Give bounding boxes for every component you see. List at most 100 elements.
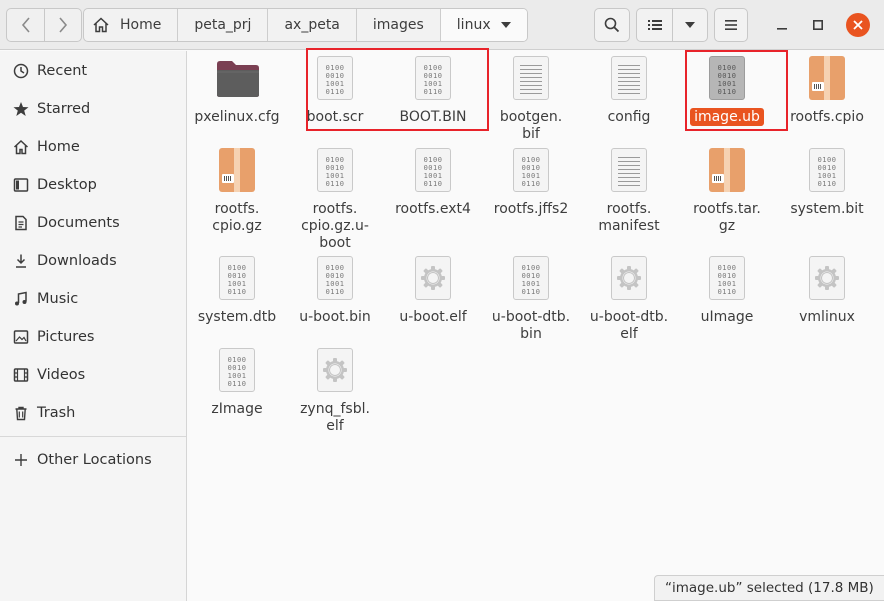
sidebar-item-recent[interactable]: Recent <box>0 55 186 87</box>
breadcrumb-peta-prj[interactable]: peta_prj <box>177 9 267 41</box>
maximize-button[interactable] <box>806 13 830 37</box>
chevron-down-icon <box>685 22 695 28</box>
file-item[interactable]: 0100 0010 1001 0110 rootfs.ext4 <box>384 148 482 218</box>
file-name: BOOT.BIN <box>384 109 482 126</box>
binary-glyph-row: 0110 <box>717 288 737 296</box>
file-name: u-boot.bin <box>286 309 384 326</box>
file-item[interactable]: 0100 0010 1001 0110 u-boot.bin <box>286 256 384 326</box>
file-item[interactable]: vmlinux <box>778 256 876 326</box>
sidebar-item-starred[interactable]: Starred <box>0 93 186 125</box>
file-name-text: system.bit <box>790 201 864 217</box>
back-button[interactable] <box>7 9 44 41</box>
file-item[interactable]: 0100 0010 1001 0110 zImage <box>188 348 286 418</box>
breadcrumb-home[interactable]: Home <box>84 9 177 41</box>
file-item[interactable]: 0100 0010 1001 0110 system.dtb <box>188 256 286 326</box>
file-item[interactable]: rootfs.cpio <box>778 56 876 126</box>
binary-glyph-row: 0100 <box>423 64 443 72</box>
breadcrumb-menu-button[interactable] <box>491 9 521 41</box>
binary-glyph: 0100 0010 1001 0110 <box>317 56 353 100</box>
sidebar-item-label: Recent <box>37 63 88 79</box>
file-item[interactable]: rootfs. manifest <box>580 148 678 235</box>
binary-glyph-row: 1001 <box>227 372 247 380</box>
sidebar-item-other-locations[interactable]: Other Locations <box>0 444 186 476</box>
binary-glyph: 0100 0010 1001 0110 <box>415 56 451 100</box>
file-item[interactable]: rootfs. cpio.gz <box>188 148 286 235</box>
file-name-text: boot.scr <box>306 109 364 125</box>
file-item[interactable]: u-boot-dtb. elf <box>580 256 678 343</box>
sidebar-item-label: Music <box>37 291 79 307</box>
sidebar-item-music[interactable]: Music <box>0 283 186 315</box>
breadcrumb-linux[interactable]: linux <box>439 9 527 41</box>
binary-glyph-row: 0110 <box>325 88 345 96</box>
file-item[interactable]: rootfs.tar. gz <box>678 148 776 235</box>
search-button[interactable] <box>594 8 630 42</box>
sidebar-item-documents[interactable]: Documents <box>0 207 186 239</box>
file-item[interactable]: 0100 0010 1001 0110 boot.scr <box>286 56 384 126</box>
list-view-button[interactable] <box>637 9 672 41</box>
file-name-text: rootfs.jffs2 <box>493 201 569 217</box>
file-name-text: rootfs.ext4 <box>395 201 471 217</box>
minimize-button[interactable] <box>770 13 794 37</box>
breadcrumb-label: images <box>372 17 424 33</box>
binary-glyph: 0100 0010 1001 0110 <box>809 148 845 192</box>
file-name: vmlinux <box>778 309 876 326</box>
folder-icon <box>215 56 259 100</box>
file-item[interactable]: 0100 0010 1001 0110 u-boot-dtb. bin <box>482 256 580 343</box>
binary-glyph-row: 0100 <box>717 64 737 72</box>
header-bar: Home peta_prj ax_peta images linux <box>0 0 884 50</box>
file-name-text: vmlinux <box>799 309 855 325</box>
file-name: rootfs.tar. gz <box>678 201 776 235</box>
file-item[interactable]: 0100 0010 1001 0110 BOOT.BIN <box>384 56 482 126</box>
binary-file-icon: 0100 0010 1001 0110 <box>215 348 259 392</box>
sidebar-item-downloads[interactable]: Downloads <box>0 245 186 277</box>
history-nav <box>6 8 82 42</box>
file-name: u-boot.elf <box>384 309 482 326</box>
binary-glyph: 0100 0010 1001 0110 <box>415 148 451 192</box>
binary-glyph-row: 0100 <box>817 156 837 164</box>
list-icon <box>647 20 662 30</box>
binary-glyph-row: 0110 <box>325 288 345 296</box>
file-item[interactable]: zynq_fsbl. elf <box>286 348 384 435</box>
sidebar-item-home[interactable]: Home <box>0 131 186 163</box>
file-item[interactable]: 0100 0010 1001 0110 system.bit <box>778 148 876 218</box>
file-item[interactable]: 0100 0010 1001 0110 rootfs. cpio.gz.u- boot <box>286 148 384 252</box>
binary-glyph-row: 1001 <box>717 80 737 88</box>
file-item[interactable]: 0100 0010 1001 0110 image.ub <box>678 56 776 126</box>
file-item[interactable]: u-boot.elf <box>384 256 482 326</box>
sidebar-item-pictures[interactable]: Pictures <box>0 321 186 353</box>
file-name: u-boot-dtb. elf <box>580 309 678 343</box>
binary-glyph-row: 0110 <box>227 380 247 388</box>
binary-glyph: 0100 0010 1001 0110 <box>513 148 549 192</box>
binary-glyph-row: 0100 <box>717 264 737 272</box>
file-name-text: u-boot.bin <box>299 309 371 325</box>
sidebar-item-trash[interactable]: Trash <box>0 397 186 429</box>
chevron-right-icon <box>59 17 68 33</box>
file-item[interactable]: pxelinux.cfg <box>188 56 286 126</box>
close-icon <box>853 20 863 30</box>
breadcrumb-ax-peta[interactable]: ax_peta <box>267 9 355 41</box>
gear-icon <box>411 256 455 300</box>
binary-glyph-row: 0100 <box>521 264 541 272</box>
file-item[interactable]: 0100 0010 1001 0110 rootfs.jffs2 <box>482 148 580 218</box>
picture-icon <box>12 328 30 346</box>
forward-button[interactable] <box>44 9 81 41</box>
breadcrumb-label: ax_peta <box>284 17 340 33</box>
sidebar-item-videos[interactable]: Videos <box>0 359 186 391</box>
sidebar-item-label: Desktop <box>37 177 97 193</box>
file-name: rootfs. manifest <box>580 201 678 235</box>
binary-glyph-row: 0110 <box>423 180 443 188</box>
main-menu-button[interactable] <box>714 8 748 42</box>
binary-glyph-row: 0010 <box>423 164 443 172</box>
binary-glyph: 0100 0010 1001 0110 <box>709 256 745 300</box>
file-item[interactable]: config <box>580 56 678 126</box>
close-button[interactable] <box>846 13 870 37</box>
sidebar-item-desktop[interactable]: Desktop <box>0 169 186 201</box>
binary-glyph-row: 0100 <box>227 264 247 272</box>
breadcrumb-images[interactable]: images <box>355 9 440 41</box>
view-menu-button[interactable] <box>672 9 707 41</box>
binary-file-icon: 0100 0010 1001 0110 <box>705 256 749 300</box>
binary-file-icon: 0100 0010 1001 0110 <box>313 56 357 100</box>
file-item[interactable]: bootgen. bif <box>482 56 580 143</box>
binary-glyph-row: 1001 <box>423 80 443 88</box>
file-item[interactable]: 0100 0010 1001 0110 uImage <box>678 256 776 326</box>
